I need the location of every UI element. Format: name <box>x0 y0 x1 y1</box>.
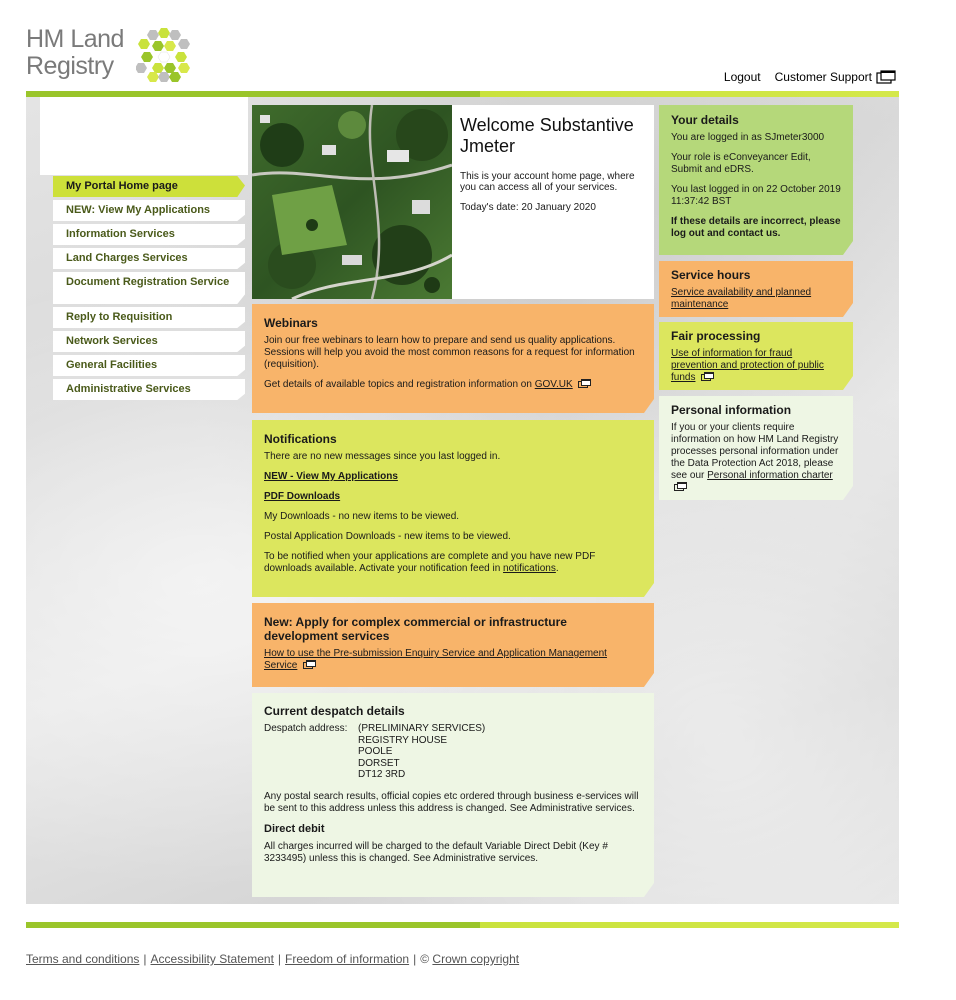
logout-link[interactable]: Logout <box>724 70 761 84</box>
nav-spacer <box>40 97 248 175</box>
new-window-icon[interactable] <box>876 70 896 84</box>
despatch-address-lines: (PRELIMINARY SERVICES) REGISTRY HOUSE PO… <box>358 723 485 781</box>
nav-item-administrative-services[interactable]: Administrative Services <box>53 379 245 400</box>
despatch-note: Any postal search results, official copi… <box>264 790 639 814</box>
hm-land-registry-logo-icon <box>136 28 190 82</box>
your-details-panel: Your details You are logged in as SJmete… <box>659 105 853 255</box>
crown-copyright-link[interactable]: Crown copyright <box>432 952 519 966</box>
nav-item-view-my-applications[interactable]: NEW: View My Applications <box>53 200 245 221</box>
nav-item-portal-home[interactable]: My Portal Home page <box>53 176 245 197</box>
notification-feed-text: To be notified when your applications ar… <box>264 551 642 575</box>
despatch-title: Current despatch details <box>264 704 405 718</box>
welcome-text: Welcome Substantive Jmeter This is your … <box>460 115 650 222</box>
no-messages-text: There are no new messages since you last… <box>264 451 501 462</box>
personal-information-text: If you or your clients require informati… <box>671 422 841 494</box>
logo-text: HM Land Registry <box>26 26 124 80</box>
fraud-prevention-link[interactable]: Use of information for fraud prevention … <box>671 348 824 383</box>
fair-processing-title: Fair processing <box>671 329 761 343</box>
terms-link[interactable]: Terms and conditions <box>26 952 139 966</box>
nav-item-information-services[interactable]: Information Services <box>53 224 245 245</box>
copyright-symbol: © <box>420 952 430 966</box>
notifications-link[interactable]: notifications <box>503 563 556 574</box>
complex-services-panel: New: Apply for complex commercial or inf… <box>252 603 654 687</box>
logo-line-1: HM Land <box>26 25 124 53</box>
todays-date: Today's date: 20 January 2020 <box>460 202 596 213</box>
footer-divider <box>26 922 899 928</box>
freedom-of-information-link[interactable]: Freedom of information <box>285 952 409 966</box>
view-my-applications-link[interactable]: NEW - View My Applications <box>264 471 398 482</box>
webinars-title: Webinars <box>264 316 318 330</box>
external-link-icon[interactable] <box>701 372 714 381</box>
welcome-intro: This is your account home page, where yo… <box>460 171 635 193</box>
welcome-panel: Welcome Substantive Jmeter This is your … <box>252 105 654 299</box>
service-hours-title: Service hours <box>671 268 751 282</box>
notification-feed-suffix: . <box>555 563 559 574</box>
despatch-address: Despatch address: (PRELIMINARY SERVICES)… <box>264 723 642 781</box>
external-link-icon[interactable] <box>578 379 591 388</box>
postal-downloads-status: Postal Application Downloads - new items… <box>264 531 511 542</box>
welcome-title: Welcome Substantive Jmeter <box>460 115 634 156</box>
top-links: Logout Customer Support <box>724 70 896 84</box>
your-details-title: Your details <box>671 113 739 127</box>
nav-item-document-registration-service[interactable]: Document Registration Service <box>53 272 245 304</box>
personal-information-charter-link[interactable]: Personal information charter <box>707 470 833 481</box>
address-line: DT12 3RD <box>358 769 406 780</box>
webinars-panel: Webinars Join our free webinars to learn… <box>252 304 654 413</box>
pdf-downloads-link[interactable]: PDF Downloads <box>264 491 340 502</box>
external-link-icon[interactable] <box>303 660 316 669</box>
direct-debit-text: All charges incurred will be charged to … <box>264 840 608 864</box>
logo-line-2: Registry <box>26 52 114 80</box>
address-line: REGISTRY HOUSE <box>358 734 448 746</box>
nav-item-general-facilities[interactable]: General Facilities <box>53 355 245 376</box>
direct-debit-title: Direct debit <box>264 822 325 835</box>
despatch-panel: Current despatch details Despatch addres… <box>252 693 654 897</box>
logged-in-as: You are logged in as SJmeter3000 <box>671 132 825 143</box>
details-warning: If these details are incorrect, please l… <box>671 216 841 239</box>
address-line: POOLE <box>358 746 393 757</box>
nav-item-land-charges-services[interactable]: Land Charges Services <box>53 248 245 269</box>
notifications-title: Notifications <box>264 432 337 446</box>
footer-separator: | <box>143 952 147 966</box>
service-hours-panel: Service hours Service availability and p… <box>659 261 853 317</box>
footer: Terms and conditions | Accessibility State… <box>26 952 519 966</box>
user-role: Your role is eConveyancer Edit, Submit a… <box>671 152 811 175</box>
complex-services-title: New: Apply for complex commercial or inf… <box>264 615 567 643</box>
footer-separator: | <box>413 952 417 966</box>
address-line: DORSET <box>358 757 400 769</box>
accessibility-link[interactable]: Accessibility Statement <box>151 952 274 966</box>
external-link-icon[interactable] <box>674 482 687 491</box>
webinars-details: Get details of available topics and regi… <box>264 379 642 391</box>
notifications-panel: Notifications There are no new messages … <box>252 420 654 597</box>
address-line: (PRELIMINARY SERVICES) <box>358 723 486 734</box>
footer-separator: | <box>277 952 282 966</box>
fair-processing-panel: Fair processing Use of information for f… <box>659 322 853 390</box>
nav-item-reply-to-requisition[interactable]: Reply to Requisition <box>53 307 245 328</box>
despatch-address-label: Despatch address: <box>264 723 348 734</box>
last-login: You last logged in on 22 October 2019 11… <box>671 184 841 207</box>
my-downloads-status: My Downloads - no new items to be viewed… <box>264 511 460 522</box>
gov-uk-link[interactable]: GOV.UK <box>535 379 573 390</box>
personal-information-panel: Personal information If you or your clie… <box>659 396 853 500</box>
service-availability-link[interactable]: Service availability and planned mainten… <box>671 287 811 310</box>
webinars-details-text: Get details of available topics and regi… <box>264 379 535 390</box>
aerial-photo <box>252 105 452 299</box>
customer-support-link[interactable]: Customer Support <box>775 70 872 84</box>
sidebar-nav: My Portal Home page NEW: View My Applica… <box>53 176 245 403</box>
nav-item-network-services[interactable]: Network Services <box>53 331 245 352</box>
personal-information-title: Personal information <box>671 403 792 417</box>
webinars-text: Join our free webinars to learn how to p… <box>264 335 635 370</box>
